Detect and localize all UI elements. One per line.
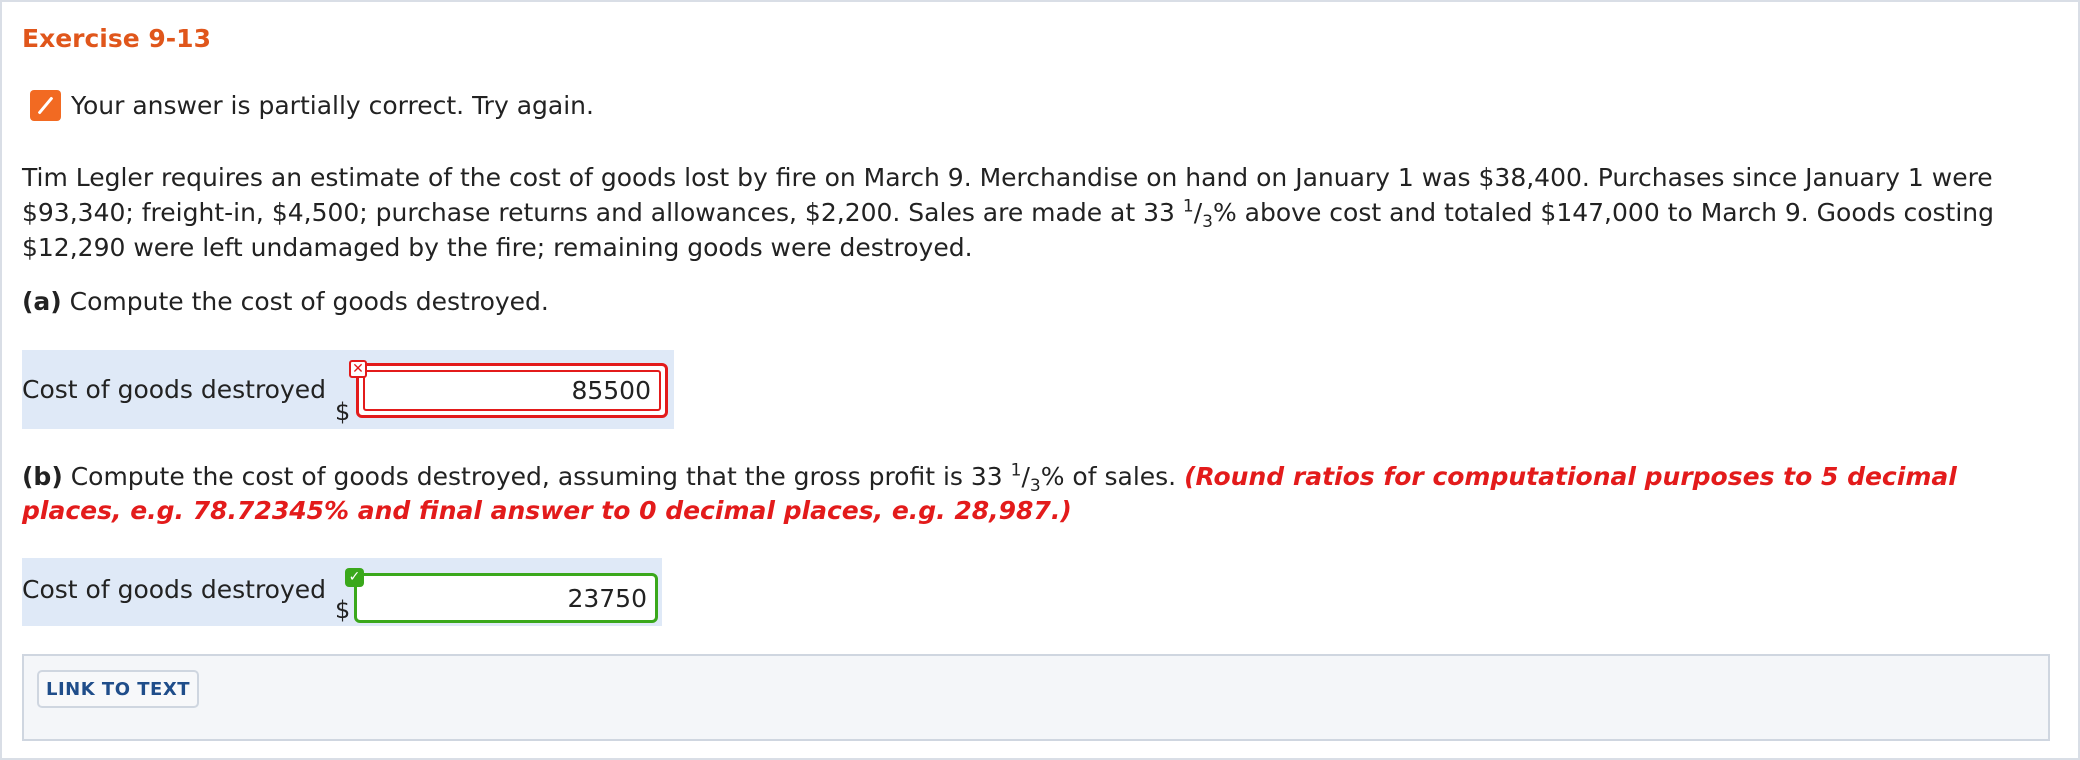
question-a-tag: (a) [22, 287, 62, 316]
problem-statement: Tim Legler requires an estimate of the c… [22, 160, 2062, 265]
question-a: (a) Compute the cost of goods destroyed. [22, 287, 549, 316]
footer-panel: LINK TO TEXT [22, 654, 2050, 741]
answer-b-field-wrapper [354, 573, 658, 623]
answer-a-field-inner [363, 370, 661, 411]
fraction-separator: / [1021, 462, 1030, 491]
fraction-numerator: 1 [1010, 460, 1022, 481]
question-b-text: Compute the cost of goods destroyed, ass… [62, 462, 1011, 491]
question-b: (b) Compute the cost of goods destroyed,… [22, 460, 2062, 528]
answer-b-label: Cost of goods destroyed [22, 575, 327, 604]
currency-symbol: $ [335, 596, 351, 624]
answer-b-input[interactable] [357, 576, 655, 620]
fraction-numerator: 1 [1182, 196, 1194, 217]
question-b-tag: (b) [22, 462, 63, 491]
status-message: Your answer is partially correct. Try ag… [71, 91, 594, 120]
answer-a-input[interactable] [365, 372, 659, 409]
answer-a-label: Cost of goods destroyed [22, 375, 327, 404]
answer-row-a: Cost of goods destroyed $ ✕ [22, 350, 674, 429]
question-b-text-end: % of sales. [1040, 462, 1185, 491]
answer-row-b: Cost of goods destroyed $ ✓ [22, 558, 662, 626]
fraction-separator: / [1193, 198, 1203, 227]
x-icon: ✕ [349, 360, 367, 378]
exercise-panel: Exercise 9-13 Your answer is partially c… [0, 0, 2080, 760]
link-to-text-button[interactable]: LINK TO TEXT [37, 670, 199, 708]
answer-status: Your answer is partially correct. Try ag… [30, 90, 594, 121]
question-a-text: Compute the cost of goods destroyed. [61, 287, 549, 316]
fraction-denominator: 3 [1202, 212, 1213, 232]
answer-a-field-wrapper [356, 363, 668, 418]
pencil-icon [30, 90, 61, 121]
exercise-title: Exercise 9-13 [22, 24, 211, 53]
currency-symbol: $ [335, 398, 351, 426]
check-icon: ✓ [345, 568, 364, 587]
fraction-denominator: 3 [1029, 476, 1041, 496]
